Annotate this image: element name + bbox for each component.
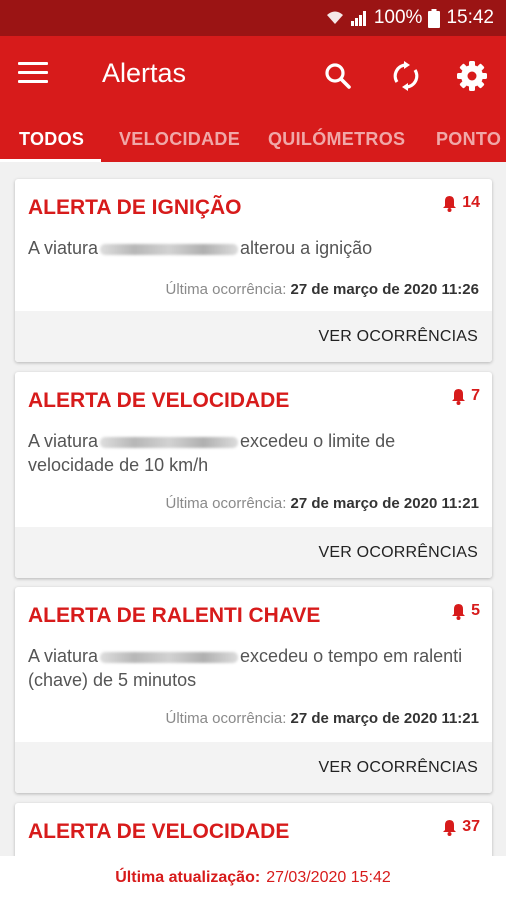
alert-title: ALERTA DE VELOCIDADE — [28, 820, 290, 843]
bell-icon — [443, 195, 457, 212]
battery-percentage: 100% — [373, 7, 423, 28]
signal-icon — [350, 10, 368, 26]
alert-list: ALERTA DE IGNIÇÃO 14 A viatura alterou a … — [0, 162, 506, 856]
last-occurrence-date: 27 de março de 2020 11:21 — [290, 710, 479, 727]
tab-bar: TODOS VELOCIDADE QUILÓMETROS PONTO — [0, 116, 506, 162]
last-update-value: 27/03/2020 15:42 — [266, 869, 391, 886]
wifi-calling-icon — [326, 10, 344, 26]
last-occurrence-date: 27 de março de 2020 11:26 — [290, 281, 479, 298]
view-occurrences-button[interactable]: VER OCORRÊNCIAS — [319, 328, 478, 346]
redacted-vehicle-id — [100, 651, 239, 663]
last-occurrence: Última ocorrência: 27 de março de 2020 1… — [165, 710, 479, 727]
card-footer: VER OCORRÊNCIAS — [15, 527, 492, 578]
alert-title: ALERTA DE IGNIÇÃO — [28, 196, 242, 219]
alert-message: A viatura alterou a ignição — [28, 236, 468, 260]
alert-count-value: 5 — [471, 602, 480, 619]
alert-message-prefix: A viatura — [28, 238, 99, 258]
alert-title: ALERTA DE RALENTI CHAVE — [28, 604, 321, 627]
bell-icon — [443, 819, 457, 836]
last-occurrence-label: Última ocorrência: — [165, 710, 287, 727]
card-footer: VER OCORRÊNCIAS — [15, 311, 492, 362]
alert-count-value: 14 — [462, 194, 480, 211]
alert-message-prefix: A viatura — [28, 646, 99, 666]
redacted-vehicle-id — [100, 436, 239, 448]
tab-todos[interactable]: TODOS — [19, 116, 84, 162]
bell-icon — [452, 388, 466, 405]
last-occurrence-label: Última ocorrência: — [165, 495, 287, 512]
redacted-vehicle-id — [100, 243, 239, 255]
last-occurrence: Última ocorrência: 27 de março de 2020 1… — [165, 281, 479, 298]
gear-icon[interactable] — [456, 60, 488, 92]
alert-message-prefix: A viatura — [28, 431, 99, 451]
alert-card: ALERTA DE RALENTI CHAVE 5 A viatura exced… — [15, 587, 492, 793]
alert-card: ALERTA DE VELOCIDADE 7 A viatura excedeu … — [15, 372, 492, 578]
alert-message: A viatura excedeu o limite de velocidade … — [28, 429, 468, 477]
alert-count: 5 — [451, 602, 480, 620]
last-occurrence-label: Última ocorrência: — [165, 281, 287, 298]
tab-quilometros[interactable]: QUILÓMETROS — [268, 116, 405, 162]
clock: 15:42 — [446, 7, 494, 28]
search-icon[interactable] — [322, 60, 354, 92]
alert-count: 14 — [442, 194, 480, 212]
sync-icon[interactable] — [390, 60, 422, 92]
last-occurrence: Última ocorrência: 27 de março de 2020 1… — [165, 495, 479, 512]
last-occurrence-date: 27 de março de 2020 11:21 — [290, 495, 479, 512]
menu-icon[interactable] — [18, 62, 48, 88]
alert-count-value: 37 — [462, 818, 480, 835]
alert-count: 7 — [451, 387, 480, 405]
alert-title: ALERTA DE VELOCIDADE — [28, 389, 290, 412]
battery-icon — [428, 8, 441, 28]
alert-card: ALERTA DE IGNIÇÃO 14 A viatura alterou a … — [15, 179, 492, 362]
page-title: Alertas — [102, 58, 187, 88]
bell-icon — [452, 603, 466, 620]
status-bar: 100% 15:42 — [0, 0, 506, 36]
alert-card: ALERTA DE VELOCIDADE 37 — [15, 803, 492, 856]
tab-velocidade[interactable]: VELOCIDADE — [119, 116, 240, 162]
alert-count: 37 — [442, 818, 480, 836]
view-occurrences-button[interactable]: VER OCORRÊNCIAS — [319, 544, 478, 562]
tab-ponto[interactable]: PONTO — [436, 116, 501, 162]
app-bar: Alertas — [0, 36, 506, 116]
last-update-bar: Última atualização: 27/03/2020 15:42 — [0, 856, 506, 900]
card-footer: VER OCORRÊNCIAS — [15, 742, 492, 793]
alert-count-value: 7 — [471, 387, 480, 404]
last-update-label: Última atualização: — [115, 869, 261, 886]
view-occurrences-button[interactable]: VER OCORRÊNCIAS — [319, 759, 478, 777]
alert-message-suffix: alterou a ignição — [240, 238, 373, 258]
alert-message: A viatura excedeu o tempo em ralenti (cha… — [28, 644, 468, 692]
